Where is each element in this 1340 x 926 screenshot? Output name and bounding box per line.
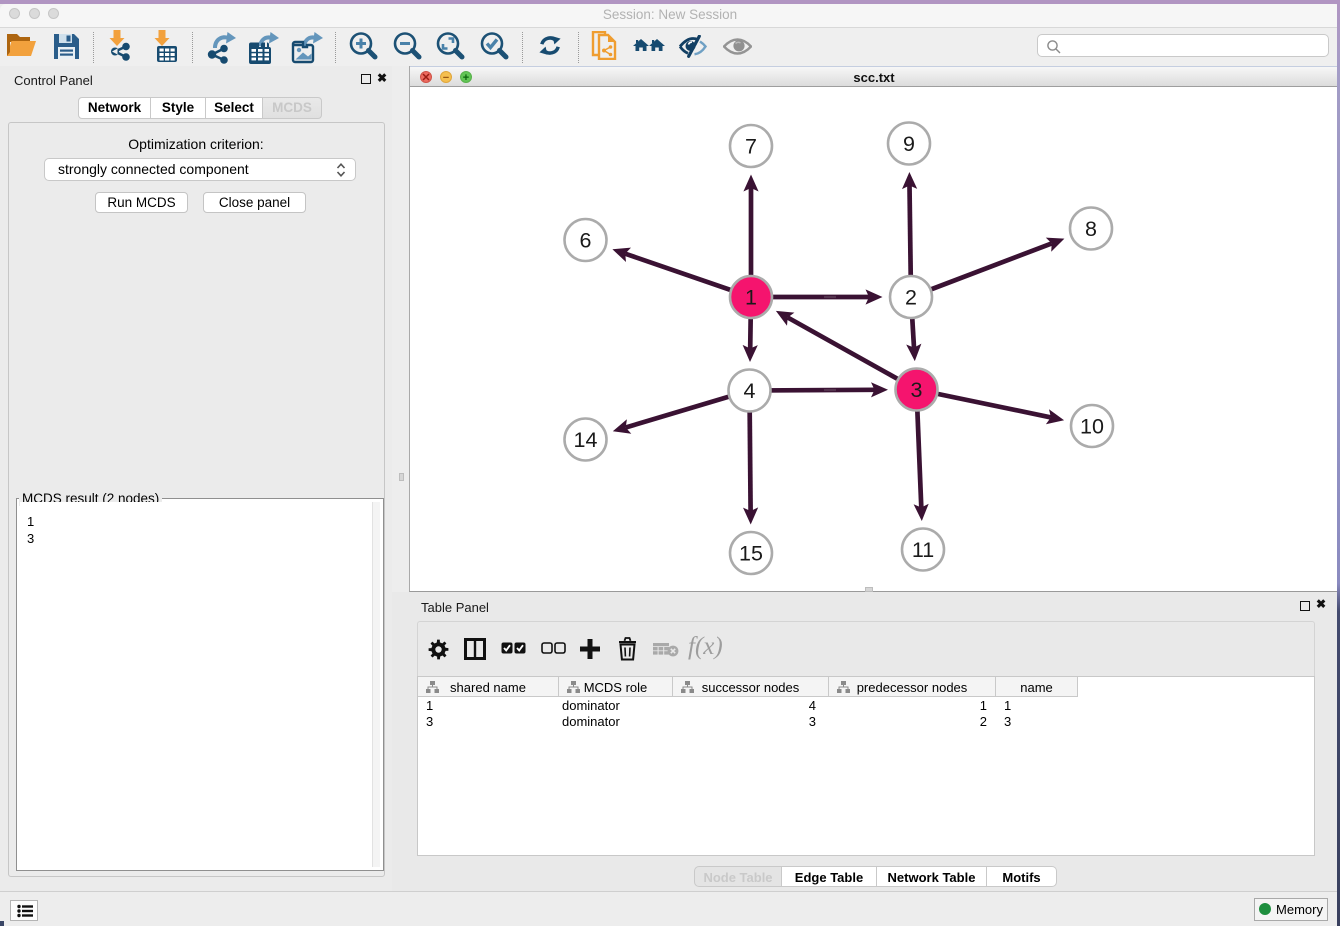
svg-text:3: 3 [911, 378, 923, 402]
svg-text:8: 8 [1085, 217, 1097, 241]
svg-text:4: 4 [744, 379, 756, 403]
svg-text:10: 10 [1080, 415, 1104, 439]
svg-text:7: 7 [745, 135, 757, 159]
svg-text:6: 6 [580, 229, 592, 253]
svg-text:14: 14 [574, 428, 598, 452]
svg-text:9: 9 [903, 132, 915, 156]
svg-text:1: 1 [745, 286, 757, 310]
svg-text:15: 15 [739, 542, 763, 566]
svg-text:11: 11 [912, 538, 934, 562]
svg-text:2: 2 [905, 286, 917, 310]
